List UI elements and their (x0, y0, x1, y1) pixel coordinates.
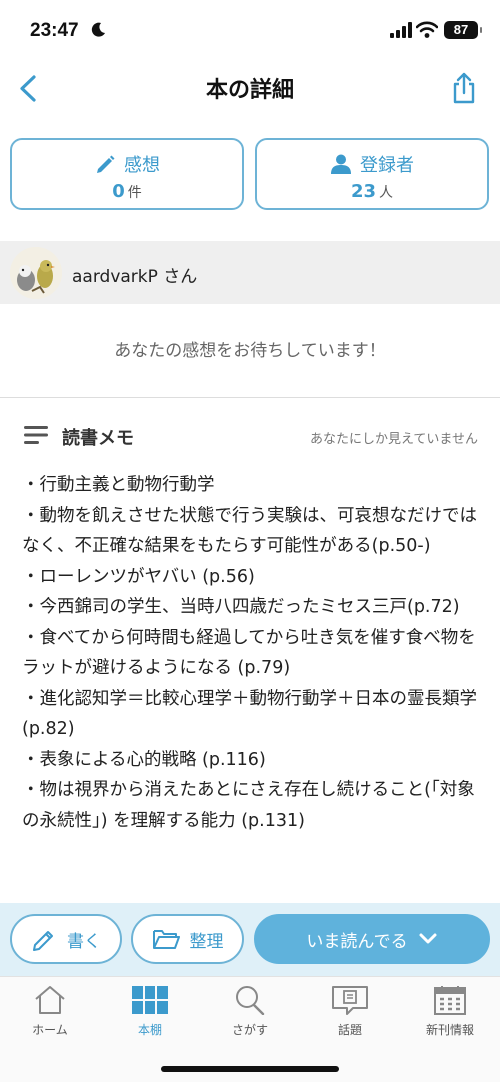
memo-line: ・表象による心的戦略 (p.116) (22, 749, 266, 770)
organize-button-label: 整理 (189, 931, 224, 952)
wifi-icon (416, 21, 438, 38)
tab-home-label: ホーム (32, 1023, 68, 1037)
awaiting-impression-text: あなたの感想をお待ちしています！ (0, 304, 500, 398)
navigation-bar: 本の詳細 (0, 60, 500, 118)
impressions-card[interactable]: 感想 0件 (10, 138, 244, 210)
pencil-icon (97, 155, 115, 173)
tab-topics-label: 話題 (337, 1023, 362, 1037)
tab-bar: ホーム 本棚 さがす 話題 新刊情報 (0, 976, 500, 1082)
share-icon (453, 72, 475, 104)
cellular-signal-icon (390, 22, 412, 38)
calendar-icon (434, 986, 466, 1015)
action-bar: 書く 整理 いま読んでる (0, 903, 500, 976)
memo-line: ・動物を飢えさせた状態で行う実験は、可哀想なだけではなく、不正確な結果をもたらす… (22, 505, 477, 557)
memo-line: ・今西錦司の学生、当時八四歳だったミセス三戸(p.72) (22, 597, 460, 617)
avatar[interactable] (10, 247, 62, 299)
reading-status-label: いま読んでる (306, 931, 408, 952)
memo-line: ・行動主義と動物行動学 (22, 475, 215, 495)
memo-line: ・物は視界から消えたあとにさえ存在し続けること(「対象の永続性」) を理解する能… (22, 780, 475, 831)
tab-new-releases-label: 新刊情報 (425, 1023, 474, 1037)
tab-new-releases[interactable]: 新刊情報 (400, 985, 500, 1038)
write-button-label: 書く (67, 931, 101, 952)
home-icon (35, 986, 65, 1014)
registrants-card[interactable]: 登録者 23 人 (255, 138, 489, 210)
page-title: 本の詳細 (205, 78, 294, 103)
memo-title: 読書メモ (62, 428, 134, 449)
pencil-outline-icon (33, 931, 53, 951)
impressions-count: 0 (112, 181, 125, 202)
share-button[interactable] (446, 70, 482, 106)
status-time: 23:47 (30, 20, 79, 41)
chevron-down-icon (419, 933, 437, 944)
organize-button[interactable]: 整理 (131, 914, 244, 964)
memo-visibility-note: あなたにしか見えていません (310, 432, 478, 447)
tab-bookshelf-label: 本棚 (137, 1023, 162, 1037)
tab-bookshelf[interactable]: 本棚 (100, 985, 200, 1038)
reading-memo-header: 読書メモ あなたにしか見えていません (0, 412, 500, 458)
memo-body: ・行動主義と動物行動学 ・動物を飢えさせた状態で行う実験は、可哀想なだけではなく… (22, 470, 482, 900)
person-icon (331, 154, 351, 174)
tab-search[interactable]: さがす (200, 985, 300, 1038)
birds-avatar-icon (10, 247, 62, 299)
bookshelf-icon (132, 986, 168, 1014)
memo-line: ・進化認知学＝比較心理学＋動物行動学＋日本の霊長類学 (p.82) (22, 688, 477, 740)
registrants-label: 登録者 (360, 155, 414, 176)
tab-home[interactable]: ホーム (0, 985, 100, 1038)
tab-topics[interactable]: 話題 (300, 985, 400, 1038)
search-icon (236, 986, 265, 1015)
write-button[interactable]: 書く (10, 914, 122, 964)
speech-bubble-book-icon (332, 986, 368, 1015)
username: aardvarkP さん (72, 267, 198, 287)
memo-line: ・食べてから何時間も経過してから吐き気を催す食べ物をラットが避けるようになる (… (22, 627, 476, 679)
battery-indicator: 87 (444, 21, 482, 39)
memo-lines-icon (24, 426, 48, 444)
status-bar: 23:47 87 (0, 0, 500, 60)
impressions-label: 感想 (124, 155, 160, 176)
home-indicator (161, 1066, 339, 1072)
impressions-unit: 件 (127, 185, 142, 201)
tab-search-label: さがす (231, 1023, 268, 1037)
reading-status-dropdown[interactable]: いま読んでる (254, 914, 490, 964)
memo-line: ・ローレンツがヤバい (p.56) (22, 566, 255, 587)
user-bar[interactable]: aardvarkP さん (0, 241, 500, 304)
folder-icon (152, 930, 180, 949)
registrants-count: 23 (350, 181, 377, 202)
registrants-unit: 人 (379, 185, 394, 201)
moon-icon (91, 22, 105, 37)
